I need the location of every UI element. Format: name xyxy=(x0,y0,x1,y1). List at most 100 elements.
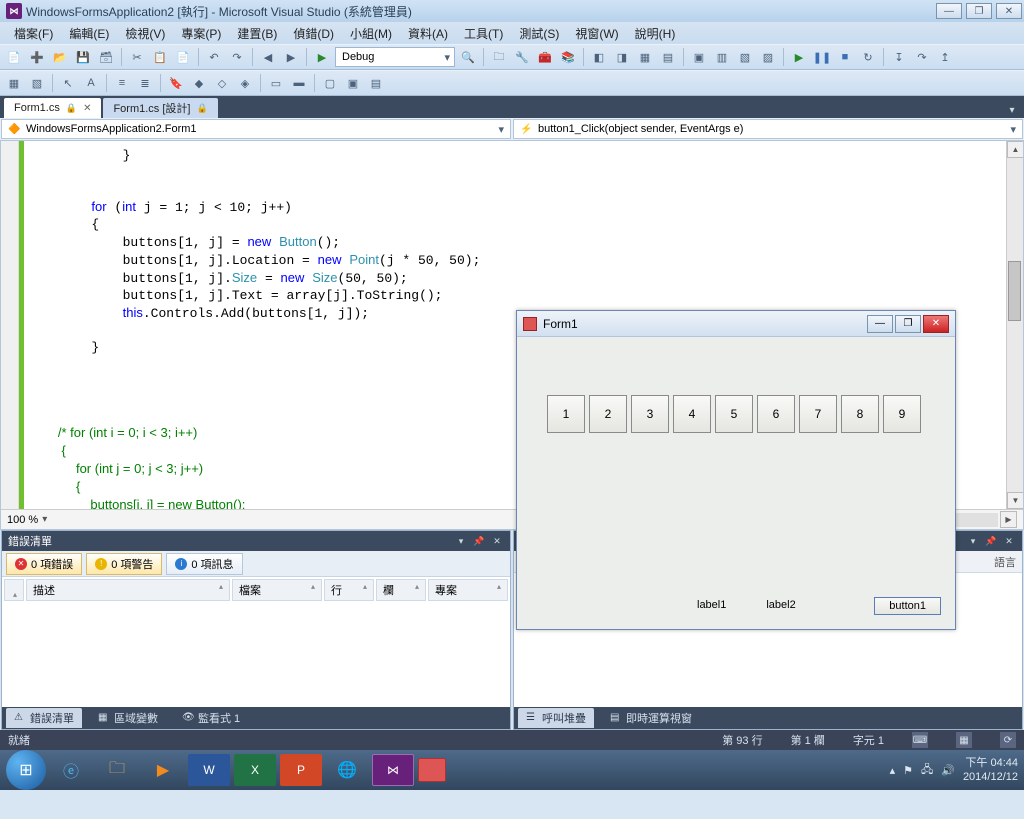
start-button[interactable]: ⊞ xyxy=(6,750,46,790)
paste-icon[interactable]: 📄 xyxy=(173,47,193,67)
status-icon[interactable]: ⟳ xyxy=(1000,732,1016,748)
tab-immediate[interactable]: ▤即時運算視窗 xyxy=(602,708,700,728)
taskbar-ie-icon[interactable]: ⓔ xyxy=(50,754,92,786)
tool-icon[interactable]: ▤ xyxy=(658,47,678,67)
number-button-9[interactable]: 9 xyxy=(883,395,921,433)
tool-icon[interactable]: ▬ xyxy=(289,73,309,93)
panel-dropdown-icon[interactable]: ▾ xyxy=(454,534,468,548)
find-icon[interactable]: 🔍 xyxy=(458,47,478,67)
number-button-8[interactable]: 8 xyxy=(841,395,879,433)
tool-icon[interactable]: ▦ xyxy=(4,73,24,93)
number-button-3[interactable]: 3 xyxy=(631,395,669,433)
panel-dropdown-icon[interactable]: ▾ xyxy=(966,534,980,548)
taskbar-explorer-icon[interactable]: 🗀 xyxy=(96,754,138,786)
save-icon[interactable]: 💾 xyxy=(73,47,93,67)
menu-edit[interactable]: 編輯(E) xyxy=(61,23,117,44)
menu-view[interactable]: 檢視(V) xyxy=(117,23,173,44)
col-column[interactable]: 欄 xyxy=(376,579,426,601)
form1-window[interactable]: Form1 — ❐ ✕ 123456789 label1 label2 butt… xyxy=(516,310,956,630)
tool-icon[interactable]: ▨ xyxy=(758,47,778,67)
taskbar-media-icon[interactable]: ▶ xyxy=(142,754,184,786)
tab-form1-design[interactable]: Form1.cs [設計] 🔒 xyxy=(103,98,217,118)
new-project-icon[interactable]: 📄 xyxy=(4,47,24,67)
tool-icon[interactable]: ◇ xyxy=(212,73,232,93)
status-icon[interactable]: ▦ xyxy=(956,732,972,748)
open-icon[interactable]: 📂 xyxy=(50,47,70,67)
keyboard-icon[interactable]: ⌨ xyxy=(912,732,928,748)
menu-file[interactable]: 檔案(F) xyxy=(6,23,61,44)
tool-icon[interactable]: ▧ xyxy=(735,47,755,67)
tool-icon[interactable]: ▦ xyxy=(635,47,655,67)
step-into-icon[interactable]: ↧ xyxy=(889,47,909,67)
col-icon[interactable] xyxy=(4,579,24,601)
save-all-icon[interactable]: 🗃 xyxy=(96,47,116,67)
start-debug-icon[interactable]: ▶ xyxy=(312,47,332,67)
error-panel-title[interactable]: 錯誤清單 ▾ 📌 ✕ xyxy=(2,531,510,551)
form1-close-button[interactable]: ✕ xyxy=(923,315,949,333)
stop-icon[interactable]: ■ xyxy=(835,47,855,67)
col-description[interactable]: 描述 xyxy=(26,579,230,601)
button1[interactable]: button1 xyxy=(874,597,941,615)
form1-titlebar[interactable]: Form1 — ❐ ✕ xyxy=(517,311,955,337)
zoom-select[interactable]: 100 % xyxy=(7,514,47,526)
scroll-thumb[interactable] xyxy=(1008,261,1021,321)
tab-form1-cs[interactable]: Form1.cs 🔒 ✕ xyxy=(4,98,101,118)
errors-filter-button[interactable]: ✕ 0 項錯誤 xyxy=(6,553,82,575)
cut-icon[interactable]: ✂ xyxy=(127,47,147,67)
step-out-icon[interactable]: ↥ xyxy=(935,47,955,67)
taskbar-clock[interactable]: 下午 04:44 2014/12/12 xyxy=(963,756,1018,784)
number-button-4[interactable]: 4 xyxy=(673,395,711,433)
vertical-scrollbar[interactable]: ▲ ▼ xyxy=(1006,141,1023,509)
add-item-icon[interactable]: ➕ xyxy=(27,47,47,67)
taskbar-vs-icon[interactable]: ⋈ xyxy=(372,754,414,786)
menu-data[interactable]: 資料(A) xyxy=(400,23,456,44)
close-icon[interactable]: ✕ xyxy=(490,534,504,548)
tab-error-list[interactable]: ⚠錯誤清單 xyxy=(6,708,82,728)
tool-icon[interactable]: ◆ xyxy=(189,73,209,93)
scroll-right-icon[interactable]: ▶ xyxy=(1000,511,1017,528)
member-select[interactable]: ⚡ button1_Click(object sender, EventArgs… xyxy=(513,119,1023,139)
comment-icon[interactable]: ≡ xyxy=(112,73,132,93)
tool-icon[interactable]: ▢ xyxy=(320,73,340,93)
step-over-icon[interactable]: ↷ xyxy=(912,47,932,67)
form1-minimize-button[interactable]: — xyxy=(867,315,893,333)
tab-locals[interactable]: ▦區域變數 xyxy=(90,708,166,728)
col-line[interactable]: 行 xyxy=(324,579,374,601)
col-file[interactable]: 檔案 xyxy=(232,579,322,601)
tool-icon[interactable]: ◧ xyxy=(589,47,609,67)
cursor-icon[interactable]: ↖ xyxy=(58,73,78,93)
tool-icon[interactable]: ▤ xyxy=(366,73,386,93)
number-button-6[interactable]: 6 xyxy=(757,395,795,433)
tool-icon[interactable]: ▣ xyxy=(689,47,709,67)
class-view-icon[interactable]: 📚 xyxy=(558,47,578,67)
class-select[interactable]: 🔶 WindowsFormsApplication2.Form1 xyxy=(1,119,511,139)
col-lang[interactable]: 語言 xyxy=(994,554,1016,570)
redo-icon[interactable]: ↷ xyxy=(227,47,247,67)
nav-back-icon[interactable]: ◀ xyxy=(258,47,278,67)
tab-watch[interactable]: 👁監看式 1 xyxy=(174,708,248,728)
tool-icon[interactable]: ▣ xyxy=(343,73,363,93)
nav-forward-icon[interactable]: ▶ xyxy=(281,47,301,67)
tool-icon[interactable]: ▭ xyxy=(266,73,286,93)
scroll-up-icon[interactable]: ▲ xyxy=(1007,141,1023,158)
continue-icon[interactable]: ▶ xyxy=(789,47,809,67)
uncomment-icon[interactable]: ≣ xyxy=(135,73,155,93)
tool-icon[interactable]: ▥ xyxy=(712,47,732,67)
menu-window[interactable]: 視窗(W) xyxy=(567,23,626,44)
tool-icon[interactable]: ▧ xyxy=(27,73,47,93)
scroll-down-icon[interactable]: ▼ xyxy=(1007,492,1023,509)
pin-icon[interactable]: 📌 xyxy=(984,534,998,548)
number-button-7[interactable]: 7 xyxy=(799,395,837,433)
tool-icon[interactable]: ◈ xyxy=(235,73,255,93)
menu-debug[interactable]: 偵錯(D) xyxy=(285,23,342,44)
number-button-1[interactable]: 1 xyxy=(547,395,585,433)
menu-help[interactable]: 說明(H) xyxy=(627,23,684,44)
pin-icon[interactable]: 📌 xyxy=(472,534,486,548)
taskbar-powerpoint-icon[interactable]: P xyxy=(280,754,322,786)
taskbar-excel-icon[interactable]: X xyxy=(234,754,276,786)
menu-project[interactable]: 專案(P) xyxy=(173,23,229,44)
tool-icon[interactable]: ◨ xyxy=(612,47,632,67)
taskbar-word-icon[interactable]: W xyxy=(188,754,230,786)
tool-icon[interactable]: A xyxy=(81,73,101,93)
number-button-2[interactable]: 2 xyxy=(589,395,627,433)
